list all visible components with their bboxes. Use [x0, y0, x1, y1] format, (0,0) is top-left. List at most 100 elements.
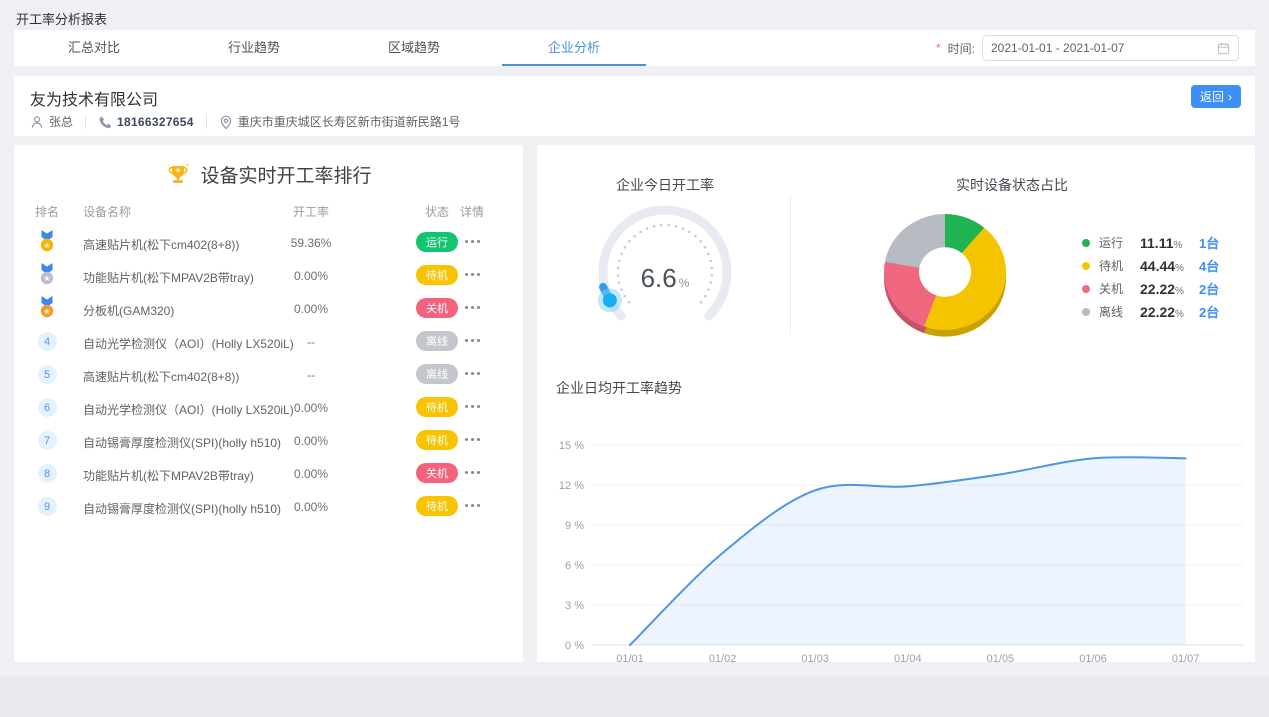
device-rate: 0.00% [276, 302, 346, 316]
row-detail-dots[interactable] [458, 405, 486, 408]
gauge-value: 6.6 % [590, 263, 740, 294]
tab-bar: 汇总对比行业趋势区域趋势企业分析 * 时间: 2021-01-01 - 2021… [14, 30, 1255, 66]
device-name: 高速贴片机(松下cm402(8+8)) [83, 368, 239, 385]
medal-icon: ★ [37, 296, 57, 319]
donut-title: 实时设备状态占比 [922, 175, 1102, 195]
svg-text:★: ★ [43, 274, 50, 283]
row-detail-dots[interactable] [458, 438, 486, 441]
contact-address: 重庆市重庆城区长寿区新市街道新民路1号 [219, 113, 461, 130]
status-badge: 关机 [416, 298, 458, 318]
legend-percent-unit: % [1175, 263, 1184, 274]
row-detail-dots[interactable] [458, 306, 486, 309]
date-filter-label: 时间: [948, 40, 975, 57]
footer-band [0, 676, 1269, 717]
trend-title: 企业日均开工率趋势 [556, 378, 682, 398]
rank-number: 7 [38, 431, 57, 450]
legend-dot [1082, 308, 1090, 316]
svg-text:01/02: 01/02 [709, 653, 737, 665]
gauge-title: 企业今日开工率 [575, 175, 755, 195]
row-detail-dots[interactable] [458, 471, 486, 474]
gauge-value-number: 6.6 [641, 263, 677, 294]
row-detail-dots[interactable] [458, 339, 486, 342]
table-row[interactable]: 5高速贴片机(松下cm402(8+8))--离线 [14, 358, 523, 391]
legend-label: 关机 [1099, 280, 1131, 297]
svg-text:01/04: 01/04 [894, 653, 922, 665]
rank-cell: ★ [33, 263, 61, 286]
tab-企业分析[interactable]: 企业分析 [494, 30, 654, 66]
status-badge: 待机 [416, 430, 458, 450]
phone-icon [98, 115, 112, 129]
back-button-label: 返回 [1200, 88, 1224, 105]
page-title: 开工率分析报表 [16, 9, 107, 28]
status-badge: 离线 [416, 331, 458, 351]
svg-text:3 %: 3 % [565, 600, 584, 612]
column-detail: 详情 [458, 203, 486, 220]
legend-label: 运行 [1099, 234, 1131, 251]
today-rate-gauge: 6.6 % [590, 197, 740, 347]
date-range-input[interactable]: 2021-01-01 - 2021-01-07 [982, 35, 1239, 61]
column-rank: 排名 [33, 203, 61, 220]
status-badge: 离线 [416, 364, 458, 384]
device-rate: -- [276, 368, 346, 382]
legend-item-离线: 离线22.22%2台 [1082, 300, 1219, 323]
ranking-column-headers: 排名 设备名称 开工率 状态 详情 [14, 203, 523, 217]
device-name: 分板机(GAM320) [83, 302, 174, 319]
device-rate: 59.36% [276, 236, 346, 250]
table-row[interactable]: 7 自动锡膏厚度检测仪(SPI)(holly h510)0.00% 待机 [14, 424, 523, 457]
device-name: 自动光学检测仪（AOI）(Holly LX520iL) [83, 335, 294, 352]
svg-text:01/03: 01/03 [801, 653, 829, 665]
trend-line-chart: 0 %3 %6 %9 %12 %15 %01/0101/0201/0301/04… [557, 435, 1247, 670]
legend-count: 4台 [1199, 256, 1219, 275]
table-row[interactable]: 6自动光学检测仪（AOI）(Holly LX520iL)0.00%待机 [14, 391, 523, 424]
device-rate: 0.00% [276, 434, 346, 448]
device-name: 功能贴片机(松下MPAV2B带tray) [83, 269, 254, 286]
contact-person: 张总 [30, 113, 73, 130]
table-row[interactable]: 8功能贴片机(松下MPAV2B带tray)0.00%关机 [14, 457, 523, 490]
table-row[interactable]: ★高速贴片机(松下cm402(8+8))59.36%运行 [14, 226, 523, 259]
svg-text:9 %: 9 % [565, 520, 584, 532]
vertical-divider [790, 197, 791, 335]
rank-cell: 4 [33, 329, 61, 351]
status-badge: 待机 [416, 397, 458, 417]
legend-percent: 44.44% [1140, 258, 1190, 274]
gauge-value-unit: % [679, 276, 690, 290]
back-button[interactable]: 返回 › [1191, 85, 1241, 108]
device-rate: -- [276, 335, 346, 349]
status-legend: 运行11.11%1台待机44.44%4台关机22.22%2台离线22.22%2台 [1082, 231, 1219, 323]
contact-divider [85, 115, 86, 129]
rank-cell: 7 [33, 428, 61, 450]
table-row[interactable]: ★ 分板机(GAM320) 0.00% 关机 [14, 292, 523, 325]
legend-count: 2台 [1199, 279, 1219, 298]
rank-cell: ★ [33, 296, 61, 319]
company-card: 友为技术有限公司 张总 18166327654 重庆市重庆城区长寿区新市街道新民… [14, 76, 1255, 136]
legend-dot [1082, 239, 1090, 247]
legend-percent-unit: % [1175, 309, 1184, 320]
legend-label: 离线 [1099, 303, 1131, 320]
row-detail-dots[interactable] [458, 240, 486, 243]
tab-区域趋势[interactable]: 区域趋势 [334, 30, 494, 66]
svg-text:01/05: 01/05 [987, 653, 1015, 665]
rank-cell: 6 [33, 395, 61, 417]
company-name: 友为技术有限公司 [30, 86, 158, 110]
table-row[interactable]: 9自动锡膏厚度检测仪(SPI)(holly h510)0.00%待机 [14, 490, 523, 523]
contact-person-name: 张总 [49, 113, 73, 130]
device-name: 自动锡膏厚度检测仪(SPI)(holly h510) [83, 434, 281, 451]
status-badge: 运行 [416, 232, 458, 252]
legend-item-运行: 运行11.11%1台 [1082, 231, 1219, 254]
legend-item-关机: 关机22.22%2台 [1082, 277, 1219, 300]
row-detail-dots[interactable] [458, 504, 486, 507]
person-icon [30, 115, 44, 129]
table-row[interactable]: ★功能贴片机(松下MPAV2B带tray)0.00%待机 [14, 259, 523, 292]
rank-number: 9 [38, 497, 57, 516]
location-pin-icon [219, 115, 233, 129]
row-detail-dots[interactable] [458, 273, 486, 276]
svg-text:★: ★ [43, 307, 50, 316]
tab-行业趋势[interactable]: 行业趋势 [174, 30, 334, 66]
row-detail-dots[interactable] [458, 372, 486, 375]
device-ranking-panel: ★ 设备实时开工率排行 排名 设备名称 开工率 状态 详情 ★高速贴片机(松下c… [14, 145, 523, 662]
device-rate: 0.00% [276, 401, 346, 415]
svg-text:6 %: 6 % [565, 560, 584, 572]
tab-汇总对比[interactable]: 汇总对比 [14, 30, 174, 66]
operation-rate-report-page: 开工率分析报表 汇总对比行业趋势区域趋势企业分析 * 时间: 2021-01-0… [0, 0, 1269, 717]
table-row[interactable]: 4 自动光学检测仪（AOI）(Holly LX520iL)-- 离线 [14, 325, 523, 358]
